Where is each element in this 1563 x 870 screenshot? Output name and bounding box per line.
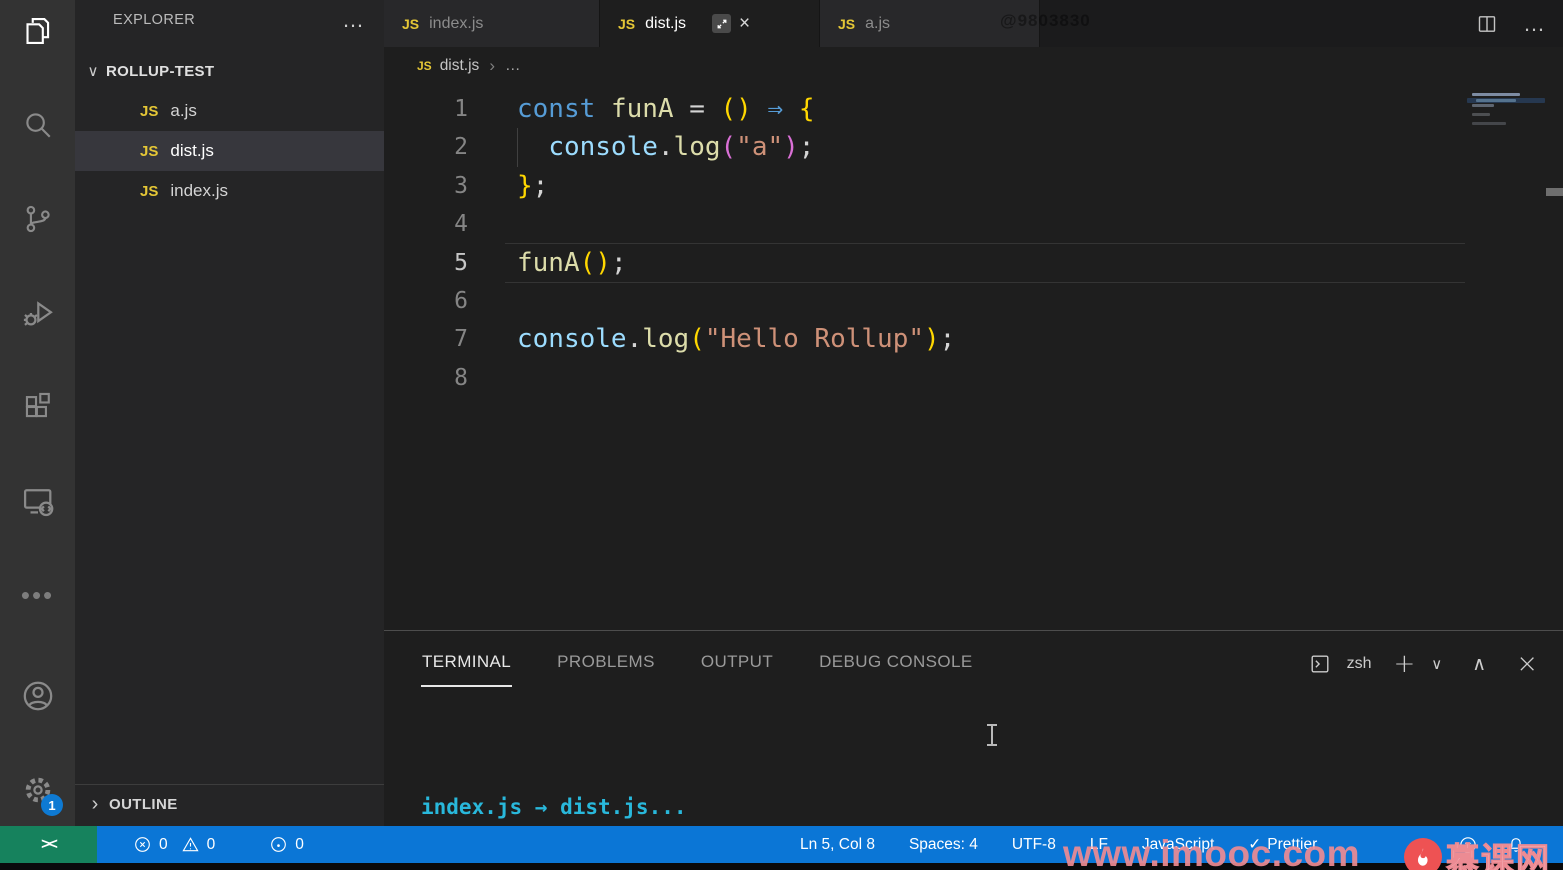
js-file-icon: JS xyxy=(838,15,856,32)
language-mode[interactable]: JavaScript xyxy=(1142,836,1214,854)
file-index-js[interactable]: JS index.js xyxy=(75,171,384,211)
shell-label[interactable]: zsh xyxy=(1347,655,1372,673)
minimap[interactable] xyxy=(1467,88,1545,218)
remote-indicator[interactable]: >< xyxy=(0,826,97,863)
warning-icon xyxy=(182,837,199,852)
error-icon xyxy=(135,837,150,852)
tab-output[interactable]: OUTPUT xyxy=(700,644,774,687)
js-file-icon: JS xyxy=(618,15,636,32)
restore-editor-icon[interactable] xyxy=(712,14,732,33)
search-icon[interactable] xyxy=(0,97,75,153)
feedback-icon[interactable] xyxy=(1458,835,1478,855)
overview-ruler-mark xyxy=(1546,188,1563,196)
eol-sequence[interactable]: LF xyxy=(1090,836,1108,854)
js-file-icon: JS xyxy=(417,59,432,73)
recording-watermark: @9803830 xyxy=(1000,11,1091,30)
file-dist-js[interactable]: JS dist.js xyxy=(75,131,384,171)
terminal-line: index.js → dist.js... xyxy=(421,795,687,819)
new-terminal-icon[interactable]: + xyxy=(1394,649,1416,679)
explorer-sidebar: EXPLORER … ∨ ROLLUP-TEST JS a.js JS dist… xyxy=(75,0,384,826)
terminal-dropdown-icon[interactable]: ∨ xyxy=(1431,655,1442,673)
chevron-down-icon: ∨ xyxy=(87,62,99,80)
ellipsis-icon: ••• xyxy=(20,579,55,610)
warning-count[interactable]: 0 xyxy=(207,836,216,854)
explorer-icon[interactable] xyxy=(0,3,75,59)
status-bar: >< 0 0 0 Ln 5, Col 8 Spaces: 4 UTF-8 LF … xyxy=(0,826,1563,863)
breadcrumb[interactable]: JS dist.js › … xyxy=(384,47,1563,85)
close-icon[interactable]: × xyxy=(739,14,750,33)
settings-badge: 1 xyxy=(41,794,63,816)
breadcrumb-separator-icon: › xyxy=(489,56,495,75)
vscode-window: ••• 1 EXPLORER … ∨ ROLLUP-TEST JS a.js J… xyxy=(0,0,1563,870)
sidebar-title: EXPLORER xyxy=(113,12,196,28)
account-icon[interactable] xyxy=(0,668,75,724)
code-line: 7 console.log("Hello Rollup"); xyxy=(454,324,956,355)
broadcast-count[interactable]: 0 xyxy=(295,836,304,854)
extensions-icon[interactable] xyxy=(0,379,75,435)
window-bottom-edge xyxy=(0,863,1563,870)
code-editor[interactable]: 1 const funA = () ⇒ { 2 console.log("a");… xyxy=(384,85,1563,630)
more-views-icon[interactable]: ••• xyxy=(0,567,75,623)
indentation[interactable]: Spaces: 4 xyxy=(909,836,978,854)
js-file-icon: JS xyxy=(140,102,159,120)
tab-debug-console[interactable]: DEBUG CONSOLE xyxy=(818,644,974,687)
close-panel-icon[interactable]: × xyxy=(1516,649,1538,679)
remote-icon: >< xyxy=(41,835,58,853)
activity-bar: ••• 1 xyxy=(0,0,75,826)
file-a-js[interactable]: JS a.js xyxy=(75,91,384,131)
folder-rollup-test[interactable]: ∨ ROLLUP-TEST xyxy=(75,51,384,91)
code-line: 1 const funA = () ⇒ { xyxy=(454,94,815,124)
error-count[interactable]: 0 xyxy=(159,836,168,854)
chevron-right-icon: › xyxy=(91,793,99,815)
tab-index-js[interactable]: JS index.js xyxy=(384,0,600,47)
breadcrumb-symbol[interactable]: … xyxy=(505,57,521,75)
breadcrumb-file[interactable]: dist.js xyxy=(440,57,480,75)
bottom-panel: TERMINAL PROBLEMS OUTPUT DEBUG CONSOLE z… xyxy=(384,630,1563,826)
mouse-ibeam-cursor xyxy=(986,724,998,746)
check-icon: ✓ xyxy=(1248,835,1262,853)
split-editor-icon[interactable] xyxy=(1475,12,1499,36)
terminal-icon xyxy=(1311,655,1329,673)
code-line: 4 xyxy=(454,211,468,238)
code-line: 2 console.log("a"); xyxy=(454,132,815,163)
editor-more-icon[interactable]: … xyxy=(1523,11,1547,37)
broadcast-icon xyxy=(271,837,287,852)
code-line: 3}; xyxy=(454,170,549,201)
folder-name: ROLLUP-TEST xyxy=(106,62,215,80)
tab-problems[interactable]: PROBLEMS xyxy=(556,644,656,687)
settings-gear-icon[interactable]: 1 xyxy=(0,762,75,818)
code-line: 6 xyxy=(454,287,468,314)
outline-section[interactable]: › OUTLINE xyxy=(75,784,384,824)
editor-tab-bar: JS index.js JS dist.js × JS a.js @980383… xyxy=(384,0,1563,47)
sidebar-more-icon[interactable]: … xyxy=(342,9,364,31)
remote-explorer-icon[interactable] xyxy=(0,473,75,529)
cursor-position[interactable]: Ln 5, Col 8 xyxy=(800,836,875,854)
js-file-icon: JS xyxy=(140,142,159,160)
js-file-icon: JS xyxy=(402,15,420,32)
maximize-panel-icon[interactable]: ∧ xyxy=(1472,653,1486,675)
tab-terminal[interactable]: TERMINAL xyxy=(421,644,513,687)
source-control-icon[interactable] xyxy=(0,191,75,247)
code-line-current: 5 funA(); xyxy=(454,247,627,278)
encoding[interactable]: UTF-8 xyxy=(1012,836,1056,854)
tab-dist-js[interactable]: JS dist.js × xyxy=(600,0,820,47)
run-debug-icon[interactable] xyxy=(0,285,75,341)
js-file-icon: JS xyxy=(140,182,159,200)
formatter-status[interactable]: ✓ Prettier xyxy=(1248,835,1317,854)
code-line: 8 xyxy=(454,364,468,391)
bell-icon[interactable] xyxy=(1506,835,1526,855)
